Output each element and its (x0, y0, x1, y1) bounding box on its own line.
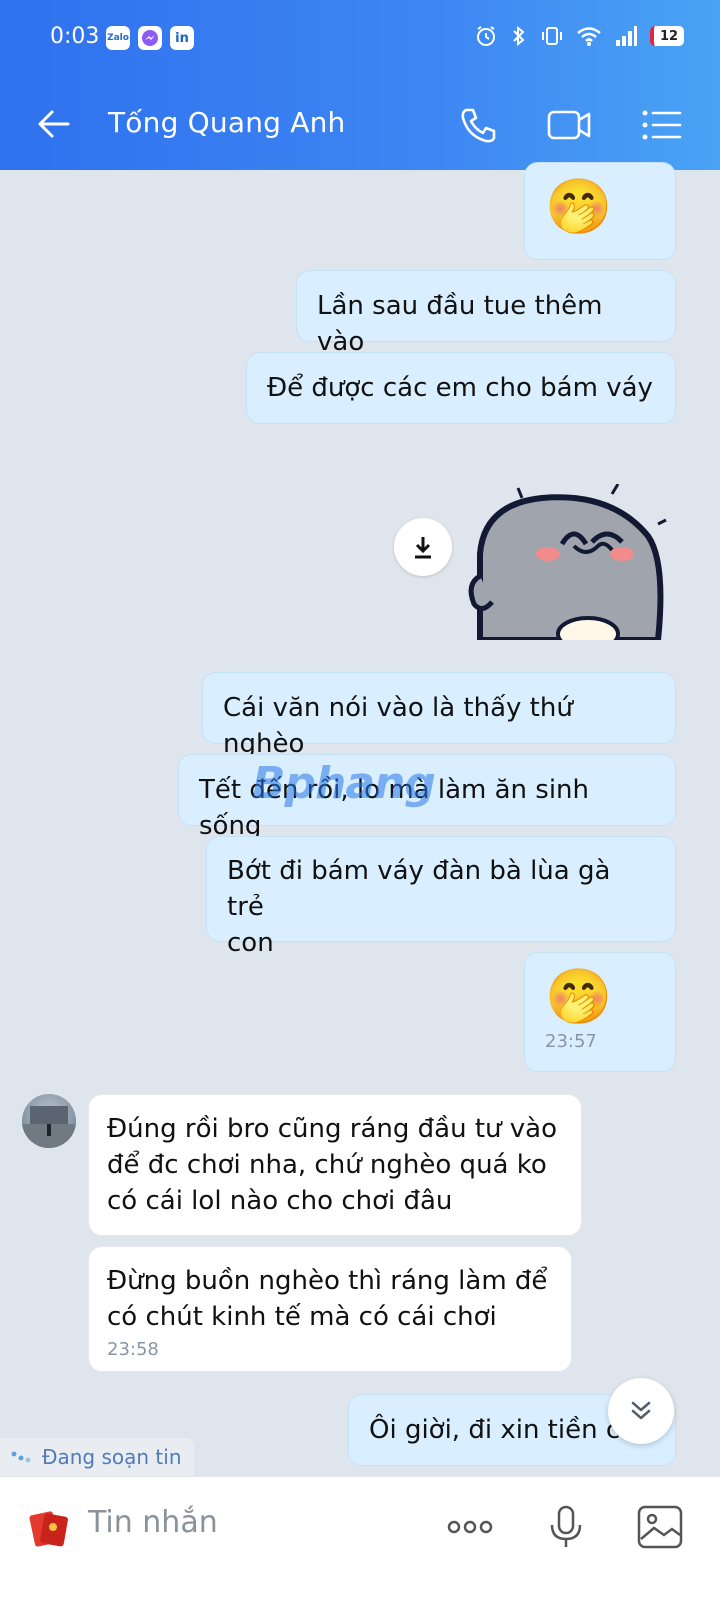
message-text: Cái văn nói vào là thấy thứ nghèo (223, 693, 582, 759)
contact-avatar[interactable] (22, 1094, 76, 1148)
microphone-icon[interactable] (540, 1501, 592, 1553)
sticker-image[interactable] (462, 484, 670, 640)
messenger-notification-icon (138, 26, 162, 50)
message-time: 23:57 (545, 1031, 597, 1052)
shy-emoji: 🤭 (545, 175, 613, 238)
image-gallery-icon[interactable] (634, 1501, 686, 1553)
battery-indicator: 12 (650, 26, 684, 46)
download-button[interactable] (394, 518, 452, 576)
typing-dots-icon (11, 1451, 31, 1463)
message-time: 23:58 (107, 1339, 159, 1360)
zalo-notification-icon: Zalo (106, 26, 130, 50)
my-message[interactable]: Cái văn nói vào là thấy thứ nghèo (202, 672, 676, 759)
composer-bar: Tin nhắn (0, 1476, 720, 1600)
bluetooth-icon (513, 25, 525, 47)
vibrate-icon (542, 27, 562, 45)
message-text: Tết đến rồi, lo mà làm ăn sinh sống (199, 775, 598, 841)
message-text: Để được các em cho bám váy (267, 373, 653, 403)
chat-header: Tống Quang Anh (0, 88, 720, 162)
video-call-icon[interactable] (546, 102, 592, 148)
typing-indicator: Đang soạn tin (0, 1438, 194, 1476)
their-message[interactable]: Đúng rồi bro cũng ráng đầu tư vào để đc … (88, 1094, 582, 1236)
my-message[interactable]: Lần sau đầu tue thêm vào (296, 270, 676, 357)
linkedin-notification-icon: in (170, 26, 194, 50)
status-icons: 12 (474, 24, 684, 48)
message-text: Bớt đi bám váy đàn bà lùa gà trẻ con (227, 856, 611, 958)
scroll-to-bottom-button[interactable] (608, 1378, 674, 1444)
wifi-icon (577, 27, 601, 46)
double-chevron-down-icon (631, 1401, 651, 1420)
message-text: Lần sau đầu tue thêm vào (317, 291, 611, 357)
phone-call-icon[interactable] (456, 102, 502, 148)
their-message[interactable]: Đừng buồn nghèo thì ráng làm để có chút … (88, 1246, 572, 1372)
signal-icon (616, 26, 637, 46)
back-arrow-icon[interactable] (34, 104, 74, 144)
my-message[interactable]: Bớt đi bám váy đàn bà lùa gà trẻ con (206, 836, 676, 958)
typing-text: Đang soạn tin (42, 1445, 182, 1469)
my-emoji-message[interactable]: 🤭 (524, 162, 676, 260)
more-options-icon[interactable] (444, 1501, 496, 1553)
status-time: 0:03 (50, 24, 100, 49)
alarm-icon (477, 26, 495, 46)
shy-emoji: 🤭 (545, 965, 613, 1028)
menu-list-icon[interactable] (638, 102, 684, 148)
lucky-money-icon[interactable] (26, 1505, 70, 1549)
my-emoji-message[interactable]: 🤭 23:57 (524, 952, 676, 1072)
my-message[interactable]: Tết đến rồi, lo mà làm ăn sinh sống (178, 754, 676, 841)
my-message[interactable]: Để được các em cho bám váy (246, 352, 676, 424)
top-bar: 0:03 Zalo in 12 Tống Quang Anh (0, 0, 720, 170)
status-bar: 0:03 Zalo in 12 (0, 0, 720, 74)
message-input[interactable]: Tin nhắn (88, 1505, 218, 1540)
contact-name[interactable]: Tống Quang Anh (108, 106, 345, 139)
download-icon (415, 537, 431, 559)
message-text: Đúng rồi bro cũng ráng đầu tư vào để đc … (107, 1114, 557, 1216)
message-text: Đừng buồn nghèo thì ráng làm để có chút … (107, 1266, 548, 1332)
